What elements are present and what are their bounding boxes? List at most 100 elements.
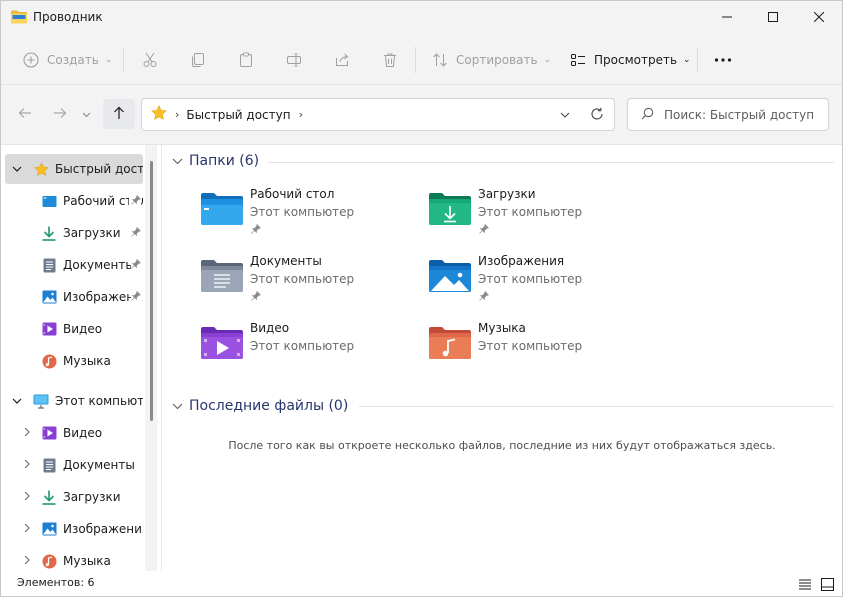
chevron-right-icon[interactable] (21, 427, 33, 440)
details-view-button[interactable] (796, 575, 814, 593)
content-area: Папки (6) Рабочий стол Этот компьютер За… (162, 145, 842, 571)
arrow-right-icon (53, 107, 67, 122)
cut-button[interactable] (142, 47, 158, 73)
sidebar-scrollbar-thumb[interactable] (150, 161, 153, 421)
folder-tile-videos[interactable]: Видео Этот компьютер (200, 321, 420, 377)
chevron-down-icon: ⌄ (683, 55, 691, 65)
address-bar[interactable]: › Быстрый доступ › (141, 98, 615, 131)
sidebar-item-this-pc[interactable]: Этот компьютер (5, 386, 143, 416)
sidebar-item-pictures[interactable]: Изображения (5, 282, 143, 312)
pictures-folder-icon (428, 258, 472, 294)
pin-icon (479, 290, 490, 304)
copy-button[interactable] (190, 47, 206, 73)
sidebar-item-documents[interactable]: Документы (5, 250, 143, 280)
sidebar-item-label: Музыка (63, 354, 111, 368)
navigation-pane: Быстрый доступ Рабочий стол Загрузки (1, 145, 161, 571)
folder-tile-downloads[interactable]: Загрузки Этот компьютер (428, 187, 648, 243)
sidebar-item-pc-pictures[interactable]: Изображения (5, 514, 143, 544)
rename-button[interactable] (286, 47, 302, 73)
chevron-down-icon[interactable] (11, 396, 23, 407)
recent-section-header[interactable]: Последние файлы (0) (172, 398, 348, 414)
pin-icon (251, 223, 262, 237)
sidebar-item-downloads[interactable]: Загрузки (5, 218, 143, 248)
star-icon (33, 161, 49, 177)
sidebar-item-pc-videos[interactable]: Видео (5, 418, 143, 448)
folders-section-header[interactable]: Папки (6) (172, 153, 259, 169)
address-history-dropdown[interactable] (560, 108, 570, 121)
sidebar-item-quick-access[interactable]: Быстрый доступ (5, 154, 143, 184)
folder-tile-pictures[interactable]: Изображения Этот компьютер (428, 254, 648, 310)
desktop-icon (41, 193, 57, 209)
navigation-bar: › Быстрый доступ › (1, 85, 842, 145)
chevron-down-icon: ⌄ (104, 55, 113, 65)
folder-name: Загрузки (478, 187, 536, 201)
separator (123, 47, 124, 73)
refresh-icon[interactable] (590, 107, 604, 124)
music-folder-icon (428, 325, 472, 361)
chevron-right-icon[interactable] (21, 555, 33, 568)
search-input[interactable] (664, 107, 824, 122)
view-button[interactable]: Просмотреть ⌄ (570, 47, 691, 73)
sidebar-item-desktop[interactable]: Рабочий стол (5, 186, 143, 216)
chevron-right-icon[interactable] (21, 491, 33, 504)
sort-button-label: Сортировать (456, 53, 538, 67)
separator (415, 47, 416, 73)
section-divider (268, 162, 834, 163)
more-options-button[interactable] (714, 47, 732, 73)
recent-locations-button[interactable] (77, 99, 95, 129)
sidebar-item-label: Видео (63, 426, 103, 440)
breadcrumb-chevron-icon[interactable]: › (299, 108, 303, 121)
new-button[interactable]: Создать ⌄ (23, 47, 112, 73)
share-button[interactable] (334, 47, 350, 73)
copy-icon (190, 52, 206, 68)
download-icon (41, 489, 57, 505)
folder-name: Видео (250, 321, 290, 335)
documents-folder-icon (200, 258, 244, 294)
close-button[interactable] (796, 1, 842, 33)
chevron-down-icon: ⌄ (543, 55, 552, 65)
sidebar-item-pc-downloads[interactable]: Загрузки (5, 482, 143, 512)
status-bar: Элементов: 6 (1, 571, 842, 596)
sidebar-item-videos[interactable]: Видео (5, 314, 143, 344)
trash-icon (382, 52, 398, 68)
up-button[interactable] (103, 99, 135, 129)
chevron-down-icon[interactable] (11, 164, 23, 175)
maximize-button[interactable] (750, 1, 796, 33)
window-title: Проводник (33, 10, 103, 24)
delete-button[interactable] (382, 47, 398, 73)
title-bar: Проводник (1, 1, 842, 35)
paste-button[interactable] (238, 47, 254, 73)
folder-location: Этот компьютер (250, 339, 355, 353)
search-box[interactable] (627, 98, 829, 131)
sidebar-item-pc-documents[interactable]: Документы (5, 450, 143, 480)
minimize-button[interactable] (704, 1, 750, 33)
sidebar-item-label: Быстрый доступ (55, 162, 143, 176)
forward-button[interactable] (46, 99, 74, 129)
computer-icon (33, 393, 49, 409)
folder-tile-documents[interactable]: Документы Этот компьютер (200, 254, 420, 310)
back-button[interactable] (11, 99, 39, 129)
chevron-right-icon[interactable] (21, 523, 33, 536)
pin-icon (131, 258, 142, 272)
chevron-right-icon[interactable] (21, 459, 33, 472)
sort-button[interactable]: Сортировать ⌄ (432, 47, 551, 73)
folder-name: Изображения (478, 254, 565, 268)
folder-tile-music[interactable]: Музыка Этот компьютер (428, 321, 648, 377)
share-icon (334, 52, 350, 68)
sidebar-item-label: Документы (63, 458, 135, 472)
sidebar-item-music[interactable]: Музыка (5, 346, 143, 376)
folder-location: Этот компьютер (478, 205, 583, 219)
folder-location: Этот компьютер (478, 339, 583, 353)
arrow-up-icon (113, 106, 125, 123)
breadcrumb-chevron-icon[interactable]: › (175, 108, 179, 121)
pin-icon (129, 194, 142, 208)
music-icon (41, 553, 57, 569)
search-icon (641, 107, 654, 123)
folder-tile-desktop[interactable]: Рабочий стол Этот компьютер (200, 187, 420, 243)
breadcrumb-quick-access[interactable]: Быстрый доступ (186, 108, 290, 122)
chevron-down-icon (172, 398, 183, 414)
videos-folder-icon (200, 325, 244, 361)
recent-empty-message: После того как вы откроете несколько фай… (228, 439, 776, 452)
section-divider (359, 406, 834, 407)
tiles-view-button[interactable] (818, 575, 836, 593)
